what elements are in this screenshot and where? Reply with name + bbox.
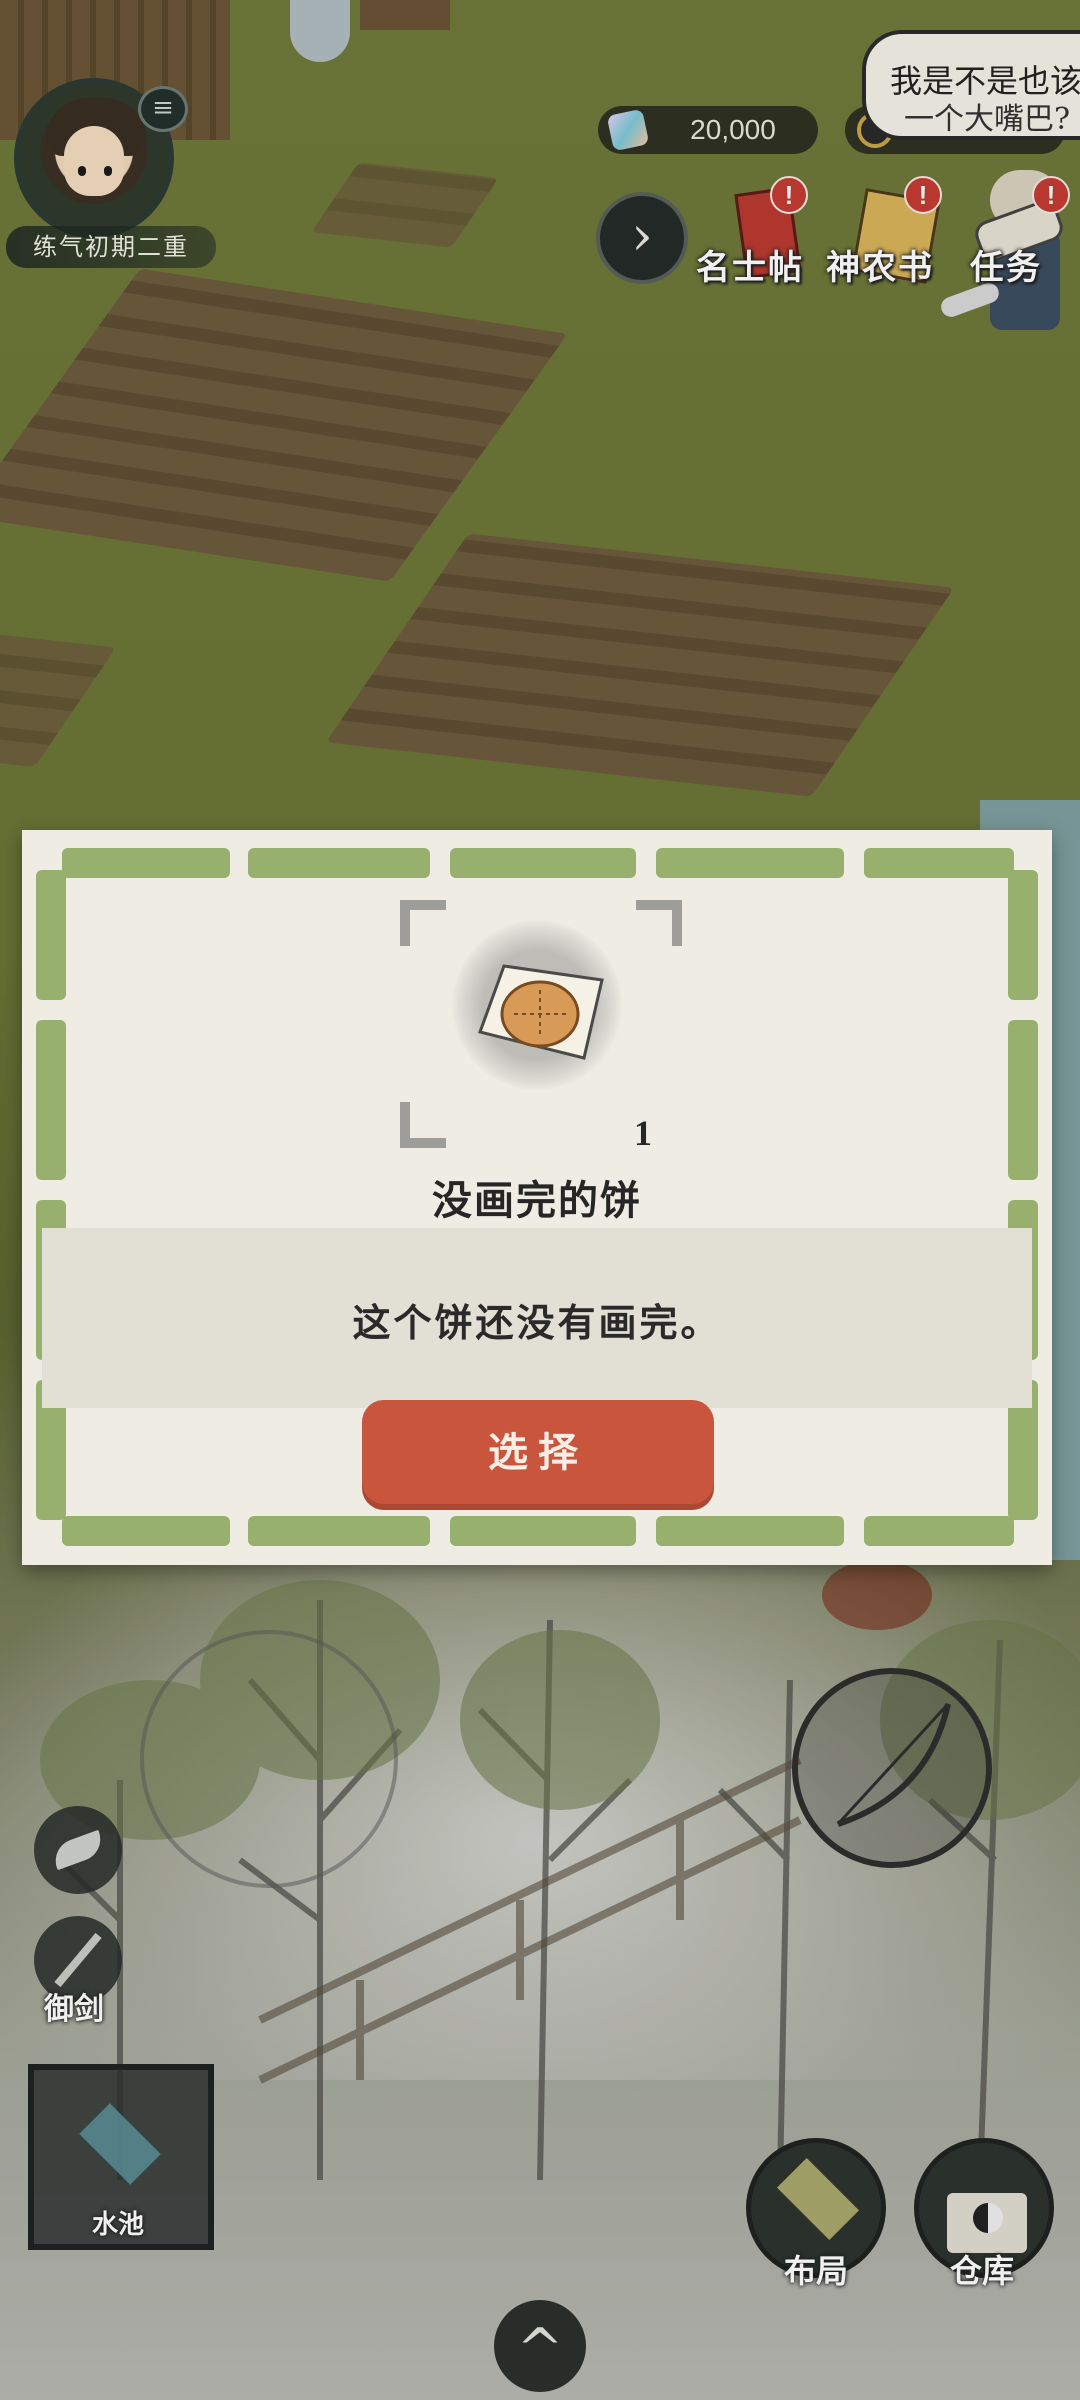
frame-dash bbox=[864, 1516, 1014, 1546]
select-button[interactable]: 选择 bbox=[362, 1400, 714, 1510]
slot-corner bbox=[636, 900, 682, 946]
item-image bbox=[452, 920, 622, 1090]
slot-corner bbox=[400, 900, 446, 946]
frame-dash bbox=[62, 848, 230, 878]
pancake-icon bbox=[478, 964, 604, 1060]
frame-dash bbox=[450, 1516, 636, 1546]
frame-dash bbox=[36, 870, 66, 1000]
frame-dash bbox=[450, 848, 636, 878]
frame-dash bbox=[36, 1020, 66, 1180]
frame-dash bbox=[656, 848, 844, 878]
frame-dash bbox=[248, 1516, 430, 1546]
item-dialog: 1 没画完的饼 这个饼还没有画完。 选择 bbox=[22, 830, 1052, 1565]
frame-dash bbox=[1008, 1020, 1038, 1180]
frame-dash bbox=[62, 1516, 230, 1546]
frame-dash bbox=[656, 1516, 844, 1546]
frame-dash bbox=[1008, 870, 1038, 1000]
frame-dash bbox=[248, 848, 430, 878]
frame-dash bbox=[864, 848, 1014, 878]
item-description: 这个饼还没有画完。 bbox=[352, 1300, 722, 1345]
item-count: 1 bbox=[634, 1113, 652, 1153]
item-name: 没画完的饼 bbox=[432, 1177, 642, 1224]
slot-corner bbox=[400, 1102, 446, 1148]
